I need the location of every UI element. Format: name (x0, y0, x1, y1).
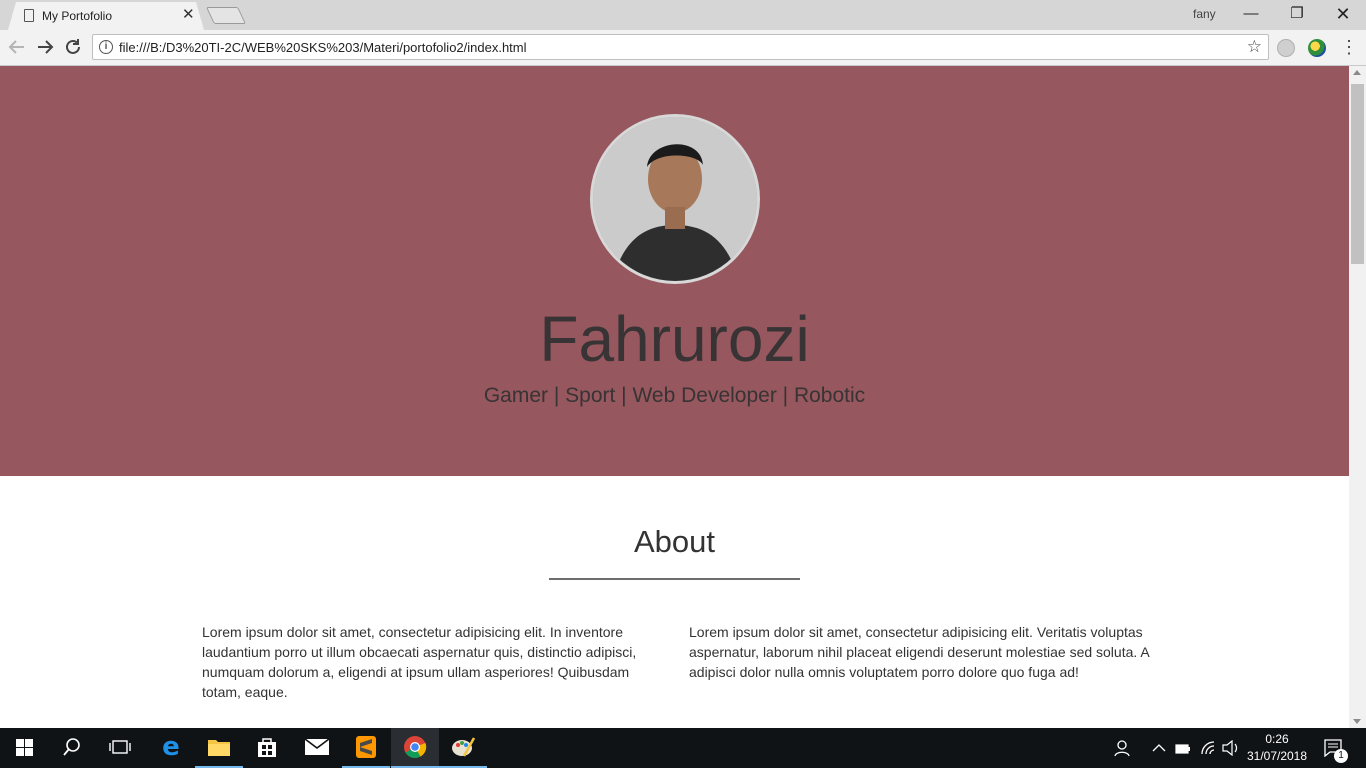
browser-toolbar: i file:///B:/D3%20TI-2C/WEB%20SKS%203/Ma… (0, 30, 1366, 66)
page-scrollbar[interactable] (1349, 66, 1366, 728)
task-view-button[interactable] (96, 728, 144, 768)
tray-chevron-up-icon[interactable] (1152, 741, 1166, 759)
windows-logo-icon (15, 738, 33, 756)
arrow-right-icon (38, 40, 54, 54)
edge-app[interactable]: e (147, 728, 195, 768)
wifi-icon[interactable] (1200, 740, 1216, 761)
restore-button[interactable]: ❐ (1274, 0, 1320, 30)
profile-name[interactable]: fany (1193, 7, 1216, 21)
file-explorer-app[interactable] (195, 728, 243, 768)
bookmark-star-icon[interactable]: ☆ (1247, 37, 1262, 57)
store-icon (258, 738, 276, 757)
clock-date[interactable]: 31/07/2018 (1244, 749, 1310, 763)
start-button[interactable] (0, 728, 48, 768)
tab-title: My Portofolio (42, 9, 113, 23)
browser-tab-strip: My Portofolio ✕ fany — ❐ ✕ (0, 0, 1366, 30)
forward-button[interactable] (34, 36, 56, 58)
people-icon[interactable] (1114, 739, 1132, 762)
url-text[interactable]: file:///B:/D3%20TI-2C/WEB%20SKS%203/Mate… (119, 40, 527, 55)
about-text-left: Lorem ipsum dolor sit amet, consectetur … (202, 624, 637, 700)
page-viewport: Fahrurozi Gamer | Sport | Web Developer … (0, 66, 1349, 728)
hero-name: Fahrurozi (539, 303, 810, 375)
windows-taskbar: e 0:26 31/07/2018 1 (0, 728, 1366, 768)
paint-icon (452, 737, 475, 757)
tab-my-portofolio[interactable]: My Portofolio ✕ (8, 2, 204, 30)
chrome-icon (404, 736, 427, 758)
close-window-button[interactable]: ✕ (1320, 0, 1366, 30)
address-bar[interactable]: i file:///B:/D3%20TI-2C/WEB%20SKS%203/Ma… (92, 34, 1269, 60)
tab-close-icon[interactable]: ✕ (182, 6, 195, 24)
about-text-right: Lorem ipsum dolor sit amet, consectetur … (689, 624, 1149, 680)
scroll-up-arrow-icon[interactable] (1353, 70, 1361, 75)
notification-badge: 1 (1334, 749, 1348, 763)
scroll-thumb[interactable] (1351, 84, 1364, 264)
extension-icon[interactable] (1277, 39, 1295, 57)
arrow-left-icon (8, 40, 24, 54)
sublime-text-icon (356, 736, 376, 758)
page-icon (24, 9, 34, 22)
new-tab-button[interactable] (206, 7, 246, 24)
back-button[interactable] (6, 36, 28, 58)
chrome-app[interactable] (391, 728, 439, 768)
task-view-icon (109, 740, 131, 754)
store-app[interactable] (243, 728, 291, 768)
edge-icon: e (162, 732, 180, 762)
paint-app[interactable] (439, 728, 487, 768)
search-button[interactable] (48, 728, 96, 768)
profile-photo (590, 114, 760, 284)
folder-icon (208, 740, 230, 756)
volume-icon[interactable] (1222, 739, 1240, 761)
minimize-button[interactable]: — (1228, 0, 1274, 30)
reload-icon (66, 39, 80, 54)
info-icon[interactable]: i (99, 40, 113, 54)
about-heading: About (633, 524, 715, 559)
about-divider (549, 578, 800, 580)
battery-icon[interactable] (1175, 742, 1191, 760)
hero-tagline: Gamer | Sport | Web Developer | Robotic (483, 384, 866, 407)
search-icon (63, 738, 80, 756)
scroll-down-arrow-icon[interactable] (1353, 719, 1361, 724)
mail-icon (305, 739, 329, 755)
clock-time[interactable]: 0:26 (1244, 732, 1310, 746)
sublime-text-app[interactable] (342, 728, 390, 768)
mail-app[interactable] (293, 728, 341, 768)
reload-button[interactable] (62, 36, 84, 58)
hero-section: Fahrurozi Gamer | Sport | Web Developer … (0, 66, 1349, 476)
extension-globe-icon[interactable] (1308, 39, 1326, 57)
menu-kebab-icon[interactable]: ⋮ (1340, 36, 1358, 58)
